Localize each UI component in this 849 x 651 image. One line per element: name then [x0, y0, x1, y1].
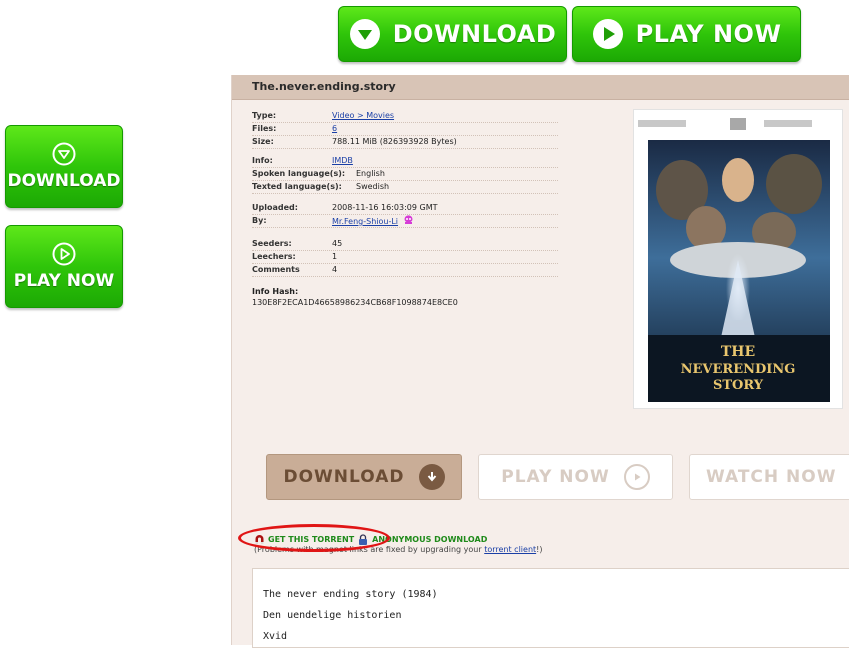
download-button[interactable]: DOWNLOAD: [266, 454, 462, 500]
details-group-upload: Uploaded: 2008-11-16 16:03:09 GMT By: Mr…: [252, 202, 558, 228]
detail-key: Leechers:: [252, 252, 296, 261]
top-download-ad-label: DOWNLOAD: [392, 20, 557, 48]
side-play-ad-button[interactable]: PLAY NOW: [5, 225, 123, 308]
detail-row-leechers: Leechers: 1: [252, 251, 558, 264]
details-group-info: Info: IMDB Spoken language(s): English T…: [252, 155, 558, 194]
torrent-description: The never ending story (1984) Den uendel…: [252, 568, 849, 648]
vip-skull-icon: [404, 215, 413, 224]
torrent-title: The.never.ending.story: [232, 75, 849, 100]
texted-language-value: Swedish: [356, 182, 390, 191]
size-value: 788.11 MiB (826393928 Bytes): [332, 137, 457, 146]
detail-key: Uploaded:: [252, 203, 298, 212]
detail-row-by: By: Mr.Feng-Shiou-Li: [252, 215, 558, 228]
detail-key: By:: [252, 216, 267, 225]
poster-title-line1: THE: [721, 344, 755, 360]
play-now-button[interactable]: PLAY NOW: [478, 454, 673, 500]
detail-row-size: Size: 788.11 MiB (826393928 Bytes): [252, 136, 558, 149]
side-download-ad-button[interactable]: DOWNLOAD: [5, 125, 123, 208]
download-arrow-icon: [52, 142, 76, 166]
detail-key: Files:: [252, 124, 277, 133]
detail-key: Comments: [252, 265, 300, 274]
info-hash-value: 130E8F2ECA1D46658986234CB68F1098874E8CE0: [252, 298, 458, 307]
magnet-note-suffix: !): [536, 545, 543, 554]
top-play-ad-button[interactable]: PLAY NOW: [572, 6, 801, 62]
imdb-link[interactable]: IMDB: [332, 156, 353, 165]
play-now-button-label: PLAY NOW: [501, 467, 610, 487]
play-icon: [52, 242, 76, 266]
comments-value: 4: [332, 265, 338, 274]
torrent-client-link[interactable]: torrent client: [484, 545, 536, 554]
play-icon: [623, 464, 650, 490]
side-play-ad-label: PLAY NOW: [13, 271, 115, 291]
description-line: Den uendelige historien: [263, 610, 402, 621]
uploader-link[interactable]: Mr.Feng-Shiou-Li: [332, 217, 398, 226]
torrent-panel: The.never.ending.story Type: Video > Mov…: [231, 75, 849, 648]
top-play-ad-label: PLAY NOW: [635, 20, 782, 48]
poster-title-line3: STORY: [713, 378, 764, 393]
detail-row-files: Files: 6: [252, 123, 558, 136]
top-download-ad-button[interactable]: DOWNLOAD: [338, 6, 567, 62]
detail-row-seeders: Seeders: 45: [252, 238, 558, 251]
seeders-value: 45: [332, 239, 343, 248]
detail-key: Texted language(s):: [252, 182, 342, 191]
download-arrow-icon: [418, 464, 445, 490]
poster-title-line2: NEVERENDING: [681, 362, 796, 377]
detail-key: Info:: [252, 156, 273, 165]
detail-row-spoken-language: Spoken language(s): English: [252, 168, 558, 181]
watch-now-button[interactable]: WATCH NOW: [689, 454, 849, 500]
files-link[interactable]: 6: [332, 124, 337, 133]
movie-poster: THE NEVERENDING STORY: [633, 109, 843, 409]
detail-row-texted-language: Texted language(s): Swedish: [252, 181, 558, 194]
download-arrow-icon: [349, 19, 380, 49]
details-group-peers: Seeders: 45 Leechers: 1 Comments 4: [252, 238, 558, 277]
detail-key: Type:: [252, 111, 277, 120]
detail-row-info: Info: IMDB: [252, 155, 558, 168]
info-hash: Info Hash: 130E8F2ECA1D46658986234CB68F1…: [252, 286, 458, 308]
poster-image: THE NEVERENDING STORY: [634, 110, 842, 408]
detail-key: Spoken language(s):: [252, 169, 346, 178]
red-circle-annotation: [238, 524, 390, 552]
detail-key: Size:: [252, 137, 274, 146]
spoken-language-value: English: [356, 169, 385, 178]
description-line: Xvid: [263, 631, 288, 642]
detail-row-uploaded: Uploaded: 2008-11-16 16:03:09 GMT: [252, 202, 558, 215]
type-link[interactable]: Video > Movies: [332, 111, 394, 120]
uploaded-value: 2008-11-16 16:03:09 GMT: [332, 203, 438, 212]
detail-key: Seeders:: [252, 239, 292, 248]
info-hash-label: Info Hash:: [252, 287, 299, 296]
detail-row-type: Type: Video > Movies: [252, 110, 558, 123]
details-group-type: Type: Video > Movies Files: 6 Size: 788.…: [252, 110, 558, 149]
watch-now-button-label: WATCH NOW: [706, 467, 837, 487]
leechers-value: 1: [332, 252, 338, 261]
download-button-label: DOWNLOAD: [283, 467, 405, 487]
detail-row-comments: Comments 4: [252, 264, 558, 277]
play-icon: [592, 19, 623, 49]
side-download-ad-label: DOWNLOAD: [7, 171, 121, 191]
description-line: The never ending story (1984): [263, 589, 438, 600]
